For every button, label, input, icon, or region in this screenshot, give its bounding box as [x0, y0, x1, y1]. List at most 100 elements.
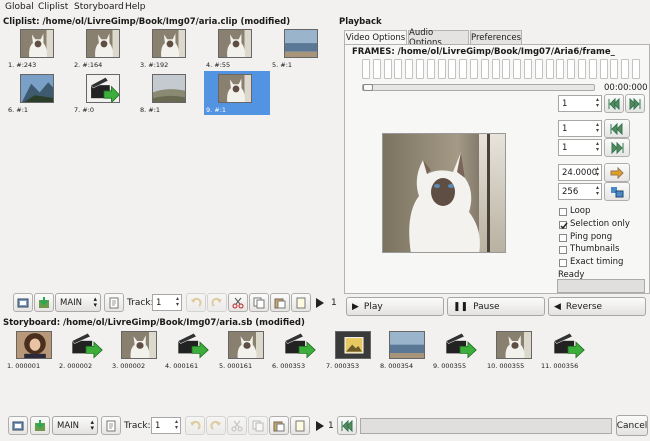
- sb-new-icon[interactable]: [290, 416, 310, 435]
- size-spin[interactable]: 256 ▴ ▾: [558, 183, 602, 200]
- storyboard-thumbnail[interactable]: [496, 331, 532, 359]
- storyboard-thumbnail[interactable]: [228, 331, 264, 359]
- storyboard-thumbnail[interactable]: [389, 331, 425, 359]
- size-reset-icon[interactable]: [604, 182, 630, 201]
- option-label: Selection only: [570, 218, 630, 229]
- set-from-icon[interactable]: [604, 119, 630, 138]
- sb-redo-icon[interactable]: [206, 416, 226, 435]
- clip-thumbnail[interactable]: [218, 74, 252, 103]
- tab-video-options[interactable]: Video Options: [344, 30, 407, 45]
- track-label: Track:: [127, 298, 154, 308]
- frame-cell: [632, 59, 640, 79]
- storyboard-label: 8. 000354: [380, 362, 414, 370]
- frame-cell: [524, 59, 532, 79]
- redo-icon[interactable]: [207, 293, 227, 312]
- clip-thumbnail[interactable]: [20, 74, 54, 103]
- menu-global[interactable]: Global: [5, 2, 34, 12]
- sb-play-icon[interactable]: [310, 416, 330, 435]
- slider-handle[interactable]: [363, 84, 373, 91]
- sb-counter: 1: [328, 421, 334, 431]
- storyboard-thumbnail[interactable]: [16, 331, 52, 359]
- jump-start-icon[interactable]: [604, 94, 624, 113]
- tab-preferences[interactable]: Preferences: [470, 30, 522, 44]
- sb-track-spin[interactable]: 1 ▴ ▾: [151, 417, 181, 434]
- storyboard-label: 10. 000355: [487, 362, 525, 370]
- pause-button[interactable]: ❚❚ Pause: [447, 297, 545, 316]
- clip-thumbnail[interactable]: [284, 29, 318, 58]
- sb-first-icon[interactable]: [337, 416, 357, 435]
- clip-label: 2. #:164: [74, 61, 103, 69]
- frame-cell: [480, 59, 489, 79]
- storyboard-label: 11. 000356: [541, 362, 579, 370]
- clip-thumbnail[interactable]: [218, 29, 252, 58]
- option-checkbox[interactable]: [559, 208, 567, 216]
- frame-spin[interactable]: 1 ▴ ▾: [558, 95, 602, 112]
- sb-storyboard-icon[interactable]: [8, 416, 28, 435]
- clip-thumbnail[interactable]: [20, 29, 54, 58]
- frame-cell: [394, 59, 403, 79]
- tab-audio-options[interactable]: Audio Options: [408, 28, 469, 48]
- menu-help[interactable]: Help: [125, 2, 146, 12]
- sb-copy-icon[interactable]: [248, 416, 268, 435]
- speed-reset-icon[interactable]: [604, 163, 630, 182]
- undo-icon[interactable]: [186, 293, 206, 312]
- frame-cell: [513, 59, 522, 79]
- storyboard-label: 4. 000161: [165, 362, 199, 370]
- storyboard-icon[interactable]: [13, 293, 33, 312]
- storyboard-thumbnail[interactable]: [442, 331, 478, 359]
- play-clip-icon[interactable]: [310, 293, 330, 312]
- storyboard-thumbnail[interactable]: [281, 331, 317, 359]
- sb-paste-icon[interactable]: [269, 416, 289, 435]
- save-icon[interactable]: [34, 293, 54, 312]
- menu-cliplist[interactable]: Cliplist: [38, 2, 68, 12]
- storyboard-thumbnail[interactable]: [550, 331, 586, 359]
- frame-cell: [426, 59, 435, 79]
- sb-cut-icon[interactable]: [227, 416, 247, 435]
- option-checkbox[interactable]: [559, 220, 568, 229]
- frame-cell: [588, 59, 597, 79]
- storyboard-thumbnail[interactable]: [68, 331, 104, 359]
- clip-label: 5. #:1: [272, 61, 293, 69]
- speed-spin[interactable]: 24.0000 ▴ ▾: [558, 164, 602, 181]
- storyboard-label: 3. 000002: [112, 362, 146, 370]
- section-combo[interactable]: MAIN ▴ ▾: [55, 293, 101, 312]
- storyboard-thumbnail[interactable]: [335, 331, 371, 359]
- storyboard-label: 2. 000002: [59, 362, 93, 370]
- frame-cell: [621, 59, 630, 79]
- frame-cell: [567, 59, 576, 79]
- new-icon[interactable]: [291, 293, 311, 312]
- properties-icon[interactable]: [104, 293, 124, 312]
- sb-section-combo[interactable]: MAIN ▴ ▾: [52, 416, 98, 435]
- to-spin[interactable]: 1 ▴ ▾: [558, 139, 602, 156]
- sb-save-icon[interactable]: [30, 416, 50, 435]
- reverse-button[interactable]: ◀ Reverse: [548, 297, 646, 316]
- storyboard-thumbnail[interactable]: [121, 331, 157, 359]
- from-spin[interactable]: 1 ▴ ▾: [558, 120, 602, 137]
- option-label: Loop: [570, 206, 591, 216]
- clip-thumbnail[interactable]: [86, 74, 120, 103]
- frame-cell: [502, 59, 511, 79]
- sb-progress-bar: [360, 418, 612, 434]
- menu-storyboard[interactable]: Storyboard: [74, 2, 124, 12]
- jump-end-icon[interactable]: [625, 94, 645, 113]
- cut-icon[interactable]: [228, 293, 248, 312]
- frame-slider[interactable]: [362, 84, 595, 91]
- paste-icon[interactable]: [270, 293, 290, 312]
- cancel-button[interactable]: Cancel: [616, 415, 648, 436]
- set-to-icon[interactable]: [604, 138, 630, 157]
- storyboard-thumbnail[interactable]: [174, 331, 210, 359]
- track-spin[interactable]: 1 ▴ ▾: [152, 294, 182, 311]
- sb-undo-icon[interactable]: [185, 416, 205, 435]
- clip-label: 8. #:1: [140, 106, 161, 114]
- clip-thumbnail[interactable]: [152, 29, 186, 58]
- clip-thumbnail[interactable]: [152, 74, 186, 103]
- storyboard-label: 7. 000353: [326, 362, 360, 370]
- sb-properties-icon[interactable]: [101, 416, 121, 435]
- play-button[interactable]: ▶ Play: [346, 297, 444, 316]
- cliplist-title: Cliplist: /home/ol/LivreGimp/Book/Img07/…: [3, 17, 291, 27]
- copy-icon[interactable]: [249, 293, 269, 312]
- option-checkbox[interactable]: [559, 246, 567, 255]
- option-checkbox[interactable]: [559, 259, 567, 268]
- option-checkbox[interactable]: [559, 233, 567, 242]
- clip-thumbnail[interactable]: [86, 29, 120, 58]
